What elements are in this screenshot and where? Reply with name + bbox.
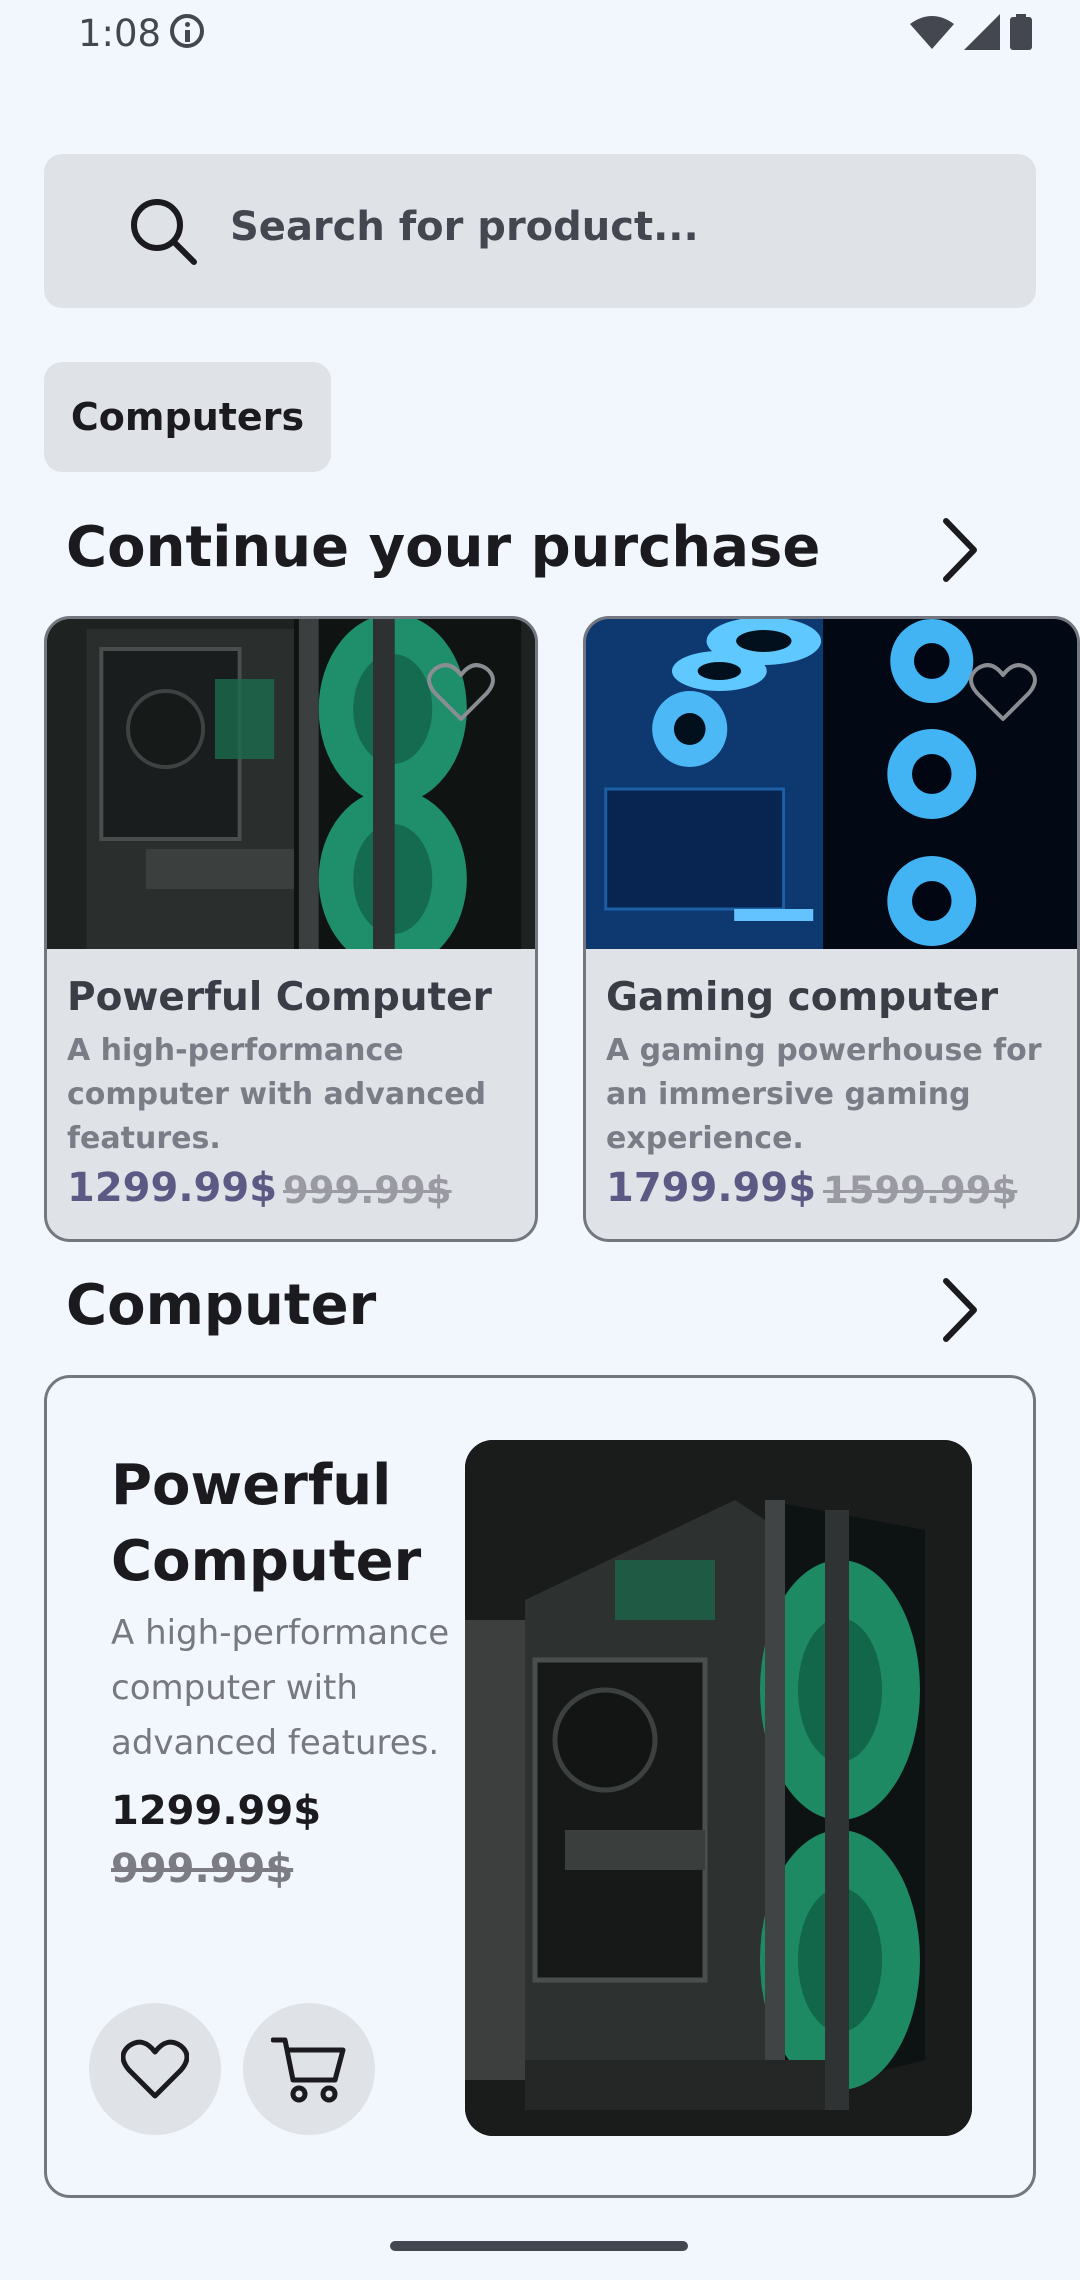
status-bar: 1:08 [0, 0, 1080, 70]
heart-icon [121, 2039, 189, 2099]
battery-icon [1010, 14, 1032, 50]
continue-section-title: Continue your purchase [66, 515, 821, 580]
heart-icon[interactable] [427, 661, 495, 723]
product-card[interactable]: Gaming computer A gaming powerhouse for … [583, 616, 1080, 1242]
product-price: 1799.99$ [606, 1165, 817, 1211]
status-time: 1:08 [78, 12, 162, 55]
add-to-cart-button[interactable] [243, 2003, 375, 2135]
product-price: 1299.99$ [67, 1165, 278, 1211]
featured-title: Powerful Computer [111, 1453, 422, 1594]
product-card[interactable]: Powerful Computer A high-performance com… [44, 616, 538, 1242]
featured-description: A high-performance computer with advance… [111, 1613, 450, 1763]
signal-icon [964, 14, 1000, 50]
search-placeholder: Search for product... [230, 204, 699, 250]
product-description: A gaming powerhouse for an immersive gam… [606, 1033, 1042, 1156]
cart-icon [271, 2037, 346, 2103]
category-chip-computers[interactable]: Computers [44, 362, 331, 472]
product-old-price: 1599.99$ [823, 1169, 1018, 1212]
heart-icon[interactable] [969, 661, 1037, 723]
product-title: Gaming computer [606, 975, 999, 1020]
status-icons [910, 14, 1032, 50]
featured-price: 1299.99$ [111, 1788, 322, 1834]
wifi-icon [910, 16, 954, 49]
featured-product-card[interactable]: Powerful Computer A high-performance com… [44, 1375, 1036, 2198]
product-title: Powerful Computer [67, 975, 492, 1020]
product-description: A high-performance computer with advance… [67, 1033, 487, 1156]
search-bar[interactable]: Search for product... [44, 154, 1036, 308]
app-screen: 1:08 Search for product... Computers Con… [0, 0, 1080, 2280]
favorite-button[interactable] [89, 2003, 221, 2135]
search-icon [131, 199, 197, 265]
computer-section-title: Computer [66, 1273, 377, 1338]
chevron-right-icon[interactable] [934, 515, 984, 585]
chevron-right-icon[interactable] [934, 1275, 984, 1345]
featured-product-image [465, 1440, 972, 2136]
info-icon [170, 14, 204, 48]
home-indicator[interactable] [390, 2241, 688, 2251]
featured-old-price: 999.99$ [111, 1846, 294, 1892]
product-old-price: 999.99$ [283, 1169, 452, 1212]
